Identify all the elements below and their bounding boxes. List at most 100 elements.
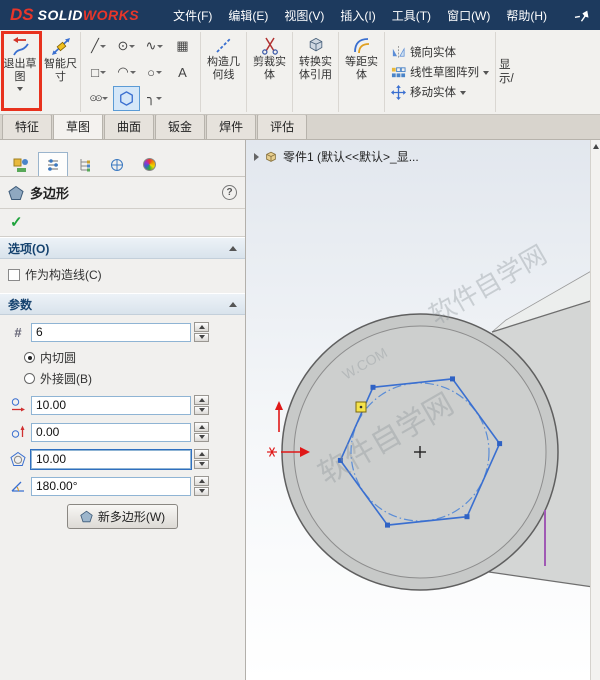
fillet-tool-button[interactable]: ╮	[141, 86, 168, 111]
chevron-down-icon[interactable]	[129, 45, 135, 48]
sketch-entity-grid: ╱ ⊙ ∿ ▦ □ ◠ ○ A ⊙⊙ ╮	[81, 32, 201, 112]
tab-sheet-metal[interactable]: 钣金	[155, 114, 205, 139]
chevron-down-icon[interactable]	[100, 45, 106, 48]
tab-surfaces[interactable]: 曲面	[104, 114, 154, 139]
parameters-section-header[interactable]: 参数	[0, 293, 245, 315]
sides-input[interactable]	[31, 323, 191, 342]
parameters-section-body: # 内切圆 外接圆(B)	[0, 315, 245, 539]
line-tool-button[interactable]: ╱	[85, 34, 112, 59]
circle-diameter-row	[8, 449, 237, 469]
tab-configurations[interactable]	[70, 152, 100, 176]
slot-tool-button[interactable]: ⊙⊙	[85, 86, 112, 111]
menu-help[interactable]: 帮助(H)	[506, 7, 547, 24]
spline-tool-button[interactable]: ∿	[141, 34, 168, 59]
expand-arrow-icon[interactable]	[254, 153, 259, 161]
trim-entities-button[interactable]: 剪裁实体	[247, 32, 293, 112]
center-y-input[interactable]	[31, 423, 191, 442]
new-polygon-button[interactable]: 新多边形(W)	[67, 504, 178, 529]
chevron-down-icon[interactable]	[483, 71, 489, 75]
ellipse-tool-button[interactable]: ○	[141, 60, 168, 85]
spin-up-icon[interactable]	[194, 476, 209, 486]
ok-button[interactable]: ✓	[10, 214, 23, 231]
offset-entities-button[interactable]: 等距实体	[339, 32, 385, 112]
options-section-body: 作为构造线(C)	[0, 259, 245, 293]
angle-input[interactable]	[31, 477, 191, 496]
selection-box-button[interactable]: ▦	[169, 34, 196, 59]
smart-dimension-button[interactable]: 智能尺寸	[41, 32, 81, 112]
angle-icon	[8, 478, 28, 494]
display-relations-button[interactable]: 显示/删除几何关系	[496, 32, 520, 112]
circle-tool-button[interactable]: ⊙	[113, 34, 140, 59]
model-viewport[interactable]: 软件自学网 W.COM 软件自学网	[246, 140, 600, 680]
spin-down-icon[interactable]	[194, 333, 209, 343]
tab-appearances[interactable]	[134, 152, 164, 176]
text-tool-button[interactable]: A	[169, 60, 196, 85]
spin-down-icon[interactable]	[194, 487, 209, 497]
circle-diameter-spinner[interactable]	[194, 449, 209, 469]
circle-diameter-input[interactable]	[31, 450, 191, 469]
inscribed-circle-radio[interactable]: 内切圆	[24, 349, 237, 366]
graphics-area[interactable]: 软件自学网 W.COM 软件自学网 零件1 (默认<<默认>_显...	[246, 140, 600, 680]
spin-down-icon[interactable]	[194, 460, 209, 470]
property-manager-panel: 多边形 ? ✓ 选项(O) 作为构造线(C) 参数	[0, 140, 246, 680]
mirror-entities-icon	[391, 45, 406, 60]
center-x-input[interactable]	[31, 396, 191, 415]
chevron-down-icon[interactable]	[130, 71, 136, 74]
spin-up-icon[interactable]	[194, 422, 209, 432]
move-entities-button[interactable]: 移动实体	[391, 84, 489, 100]
circumscribed-circle-radio[interactable]: 外接圆(B)	[24, 370, 237, 387]
collapse-chevron-icon[interactable]	[229, 246, 237, 251]
radio-icon[interactable]	[24, 373, 35, 384]
menu-view[interactable]: 视图(V)	[284, 7, 324, 24]
spin-down-icon[interactable]	[194, 406, 209, 416]
center-y-spinner[interactable]	[194, 422, 209, 442]
chevron-down-icon[interactable]	[156, 71, 162, 74]
spin-down-icon[interactable]	[194, 433, 209, 443]
radio-selected-icon[interactable]	[24, 352, 35, 363]
menu-tools[interactable]: 工具(T)	[392, 7, 431, 24]
arc-icon: ◠	[117, 64, 128, 80]
circle-icon: ⊙	[118, 38, 129, 54]
construction-checkbox-row[interactable]: 作为构造线(C)	[8, 266, 237, 283]
feature-tree-label[interactable]: 零件1 (默认<<默认>_显...	[283, 148, 419, 165]
menu-window[interactable]: 窗口(W)	[447, 7, 490, 24]
tab-featuremanager-tree[interactable]	[6, 152, 36, 176]
tab-propertymanager[interactable]	[38, 152, 68, 176]
tab-sketch[interactable]: 草图	[53, 113, 103, 139]
tab-evaluate[interactable]: 评估	[257, 114, 307, 139]
convert-entities-button[interactable]: 转换实体引用	[293, 32, 339, 112]
polygon-tool-button[interactable]	[113, 86, 140, 111]
spin-up-icon[interactable]	[194, 395, 209, 405]
chevron-down-icon[interactable]	[156, 97, 162, 100]
exit-sketch-button[interactable]: 退出草图	[0, 32, 41, 112]
center-x-spinner[interactable]	[194, 395, 209, 415]
pin-icon[interactable]	[573, 5, 592, 24]
sides-spinner[interactable]	[194, 322, 209, 342]
collapse-chevron-icon[interactable]	[229, 302, 237, 307]
offset-entities-icon	[352, 35, 372, 55]
scrollbar[interactable]	[590, 140, 600, 680]
menu-edit[interactable]: 编辑(E)	[228, 7, 268, 24]
mirror-entities-button[interactable]: 镜向实体	[391, 44, 489, 60]
linear-pattern-button[interactable]: 线性草图阵列	[391, 64, 489, 80]
arc-tool-button[interactable]: ◠	[113, 60, 140, 85]
help-icon[interactable]: ?	[222, 185, 237, 200]
tab-features[interactable]: 特征	[2, 114, 52, 139]
spin-up-icon[interactable]	[194, 449, 209, 459]
scroll-up-icon[interactable]	[593, 144, 599, 149]
construction-geometry-button[interactable]: 构造几何线	[201, 32, 247, 112]
spin-up-icon[interactable]	[194, 322, 209, 332]
tab-dimxpert[interactable]	[102, 152, 132, 176]
menu-insert[interactable]: 插入(I)	[340, 7, 375, 24]
rectangle-tool-button[interactable]: □	[85, 60, 112, 85]
chevron-down-icon[interactable]	[102, 97, 108, 100]
chevron-down-icon[interactable]	[17, 87, 23, 91]
chevron-down-icon[interactable]	[460, 91, 466, 95]
chevron-down-icon[interactable]	[100, 71, 106, 74]
menu-file[interactable]: 文件(F)	[173, 7, 212, 24]
checkbox[interactable]	[8, 269, 20, 281]
tab-weldments[interactable]: 焊件	[206, 114, 256, 139]
options-section-header[interactable]: 选项(O)	[0, 237, 245, 259]
angle-spinner[interactable]	[194, 476, 209, 496]
chevron-down-icon[interactable]	[157, 45, 163, 48]
